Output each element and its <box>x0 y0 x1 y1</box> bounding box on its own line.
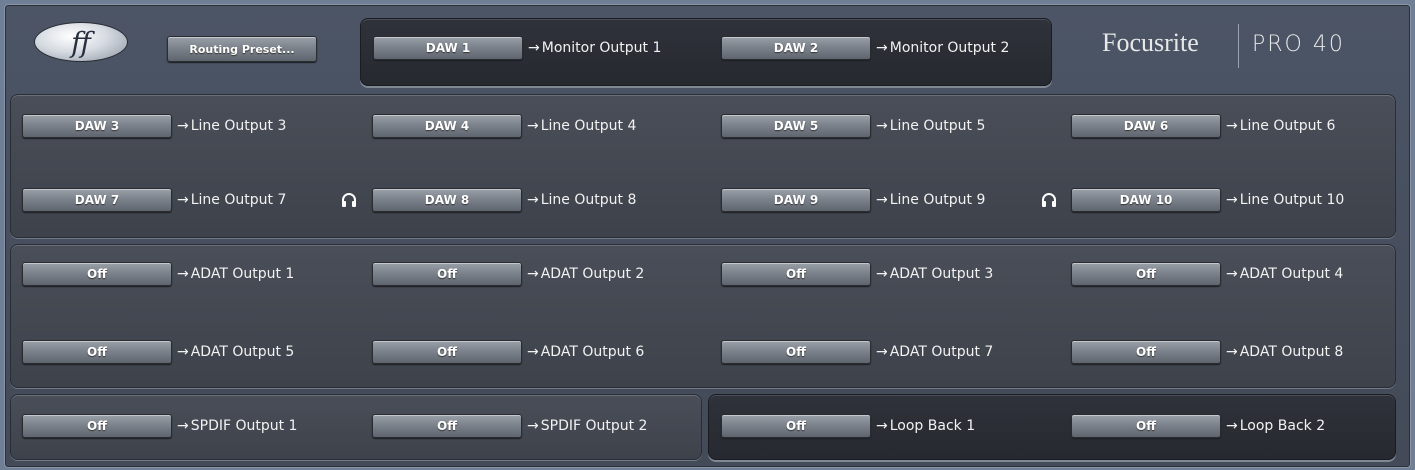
adat-source-4[interactable]: Off <box>1071 262 1221 286</box>
line-dest-6: → Line Output 6 <box>1226 114 1335 138</box>
logo-glyph: ff <box>71 25 91 59</box>
dest-label: Line Output 9 <box>889 192 986 208</box>
brand-divider <box>1238 24 1239 68</box>
loopback-source-1[interactable]: Off <box>721 414 871 438</box>
dest-label: Line Output 6 <box>1239 118 1336 134</box>
loopback-dest-1: → Loop Back 1 <box>876 414 975 438</box>
arrow-icon: → <box>876 418 888 434</box>
line-source-4[interactable]: DAW 4 <box>372 114 522 138</box>
arrow-icon: → <box>177 192 189 208</box>
arrow-icon: → <box>527 344 539 360</box>
line-dest-3: → Line Output 3 <box>177 114 286 138</box>
dest-label: ADAT Output 7 <box>889 344 994 360</box>
arrow-icon: → <box>527 118 539 134</box>
dest-label: Line Output 5 <box>889 118 986 134</box>
line-source-6[interactable]: DAW 6 <box>1071 114 1221 138</box>
adat-dest-4: → ADAT Output 4 <box>1226 262 1343 286</box>
arrow-icon: → <box>1226 118 1238 134</box>
dest-label: Line Output 10 <box>1239 192 1345 208</box>
arrow-icon: → <box>527 418 539 434</box>
arrow-icon: → <box>528 40 540 56</box>
spdif-source-2[interactable]: Off <box>372 414 522 438</box>
arrow-icon: → <box>876 192 888 208</box>
adat-dest-8: → ADAT Output 8 <box>1226 340 1343 364</box>
line-dest-9: → Line Output 9 <box>876 188 985 212</box>
adat-dest-7: → ADAT Output 7 <box>876 340 993 364</box>
arrow-icon: → <box>1226 266 1238 282</box>
routing-preset-button[interactable]: Routing Preset... <box>167 36 317 62</box>
line-dest-7: → Line Output 7 <box>177 188 286 212</box>
adat-source-2[interactable]: Off <box>372 262 522 286</box>
adat-dest-5: → ADAT Output 5 <box>177 340 294 364</box>
monitor-dest-1: → Monitor Output 1 <box>528 36 661 60</box>
spdif-dest-2: → SPDIF Output 2 <box>527 414 647 438</box>
line-source-5[interactable]: DAW 5 <box>721 114 871 138</box>
dest-label: ADAT Output 2 <box>540 266 645 282</box>
monitor-source-1[interactable]: DAW 1 <box>373 36 523 60</box>
adat-source-3[interactable]: Off <box>721 262 871 286</box>
dest-label: Line Output 8 <box>540 192 637 208</box>
arrow-icon: → <box>527 266 539 282</box>
arrow-icon: → <box>527 192 539 208</box>
dest-label: ADAT Output 4 <box>1239 266 1344 282</box>
dest-label: Loop Back 1 <box>889 418 976 434</box>
line-dest-10: → Line Output 10 <box>1226 188 1344 212</box>
arrow-icon: → <box>1226 418 1238 434</box>
monitor-source-2[interactable]: DAW 2 <box>721 36 871 60</box>
arrow-icon: → <box>177 344 189 360</box>
adat-dest-1: → ADAT Output 1 <box>177 262 294 286</box>
arrow-icon: → <box>1226 192 1238 208</box>
dest-label: ADAT Output 6 <box>540 344 645 360</box>
arrow-icon: → <box>876 40 888 56</box>
brand-model: PRO 40 <box>1252 32 1345 57</box>
dest-label: SPDIF Output 1 <box>190 418 298 434</box>
line-dest-5: → Line Output 5 <box>876 114 985 138</box>
focusrite-logo-icon: ff <box>34 22 128 62</box>
line-source-3[interactable]: DAW 3 <box>22 114 172 138</box>
brand-name: Focusrite <box>1102 28 1199 57</box>
adat-source-5[interactable]: Off <box>22 340 172 364</box>
line-dest-4: → Line Output 4 <box>527 114 636 138</box>
adat-dest-2: → ADAT Output 2 <box>527 262 644 286</box>
arrow-icon: → <box>177 266 189 282</box>
adat-source-8[interactable]: Off <box>1071 340 1221 364</box>
spdif-dest-1: → SPDIF Output 1 <box>177 414 297 438</box>
headphones-icon <box>1042 193 1056 207</box>
adat-source-6[interactable]: Off <box>372 340 522 364</box>
line-source-8[interactable]: DAW 8 <box>372 188 522 212</box>
line-source-9[interactable]: DAW 9 <box>721 188 871 212</box>
loopback-dest-2: → Loop Back 2 <box>1226 414 1325 438</box>
adat-dest-6: → ADAT Output 6 <box>527 340 644 364</box>
spdif-source-1[interactable]: Off <box>22 414 172 438</box>
dest-label: Line Output 7 <box>190 192 287 208</box>
monitor-dest-2: → Monitor Output 2 <box>876 36 1009 60</box>
dest-label: Line Output 3 <box>190 118 287 134</box>
arrow-icon: → <box>876 118 888 134</box>
dest-label: Monitor Output 1 <box>541 40 662 56</box>
line-dest-8: → Line Output 8 <box>527 188 636 212</box>
arrow-icon: → <box>876 344 888 360</box>
adat-dest-3: → ADAT Output 3 <box>876 262 993 286</box>
dest-label: ADAT Output 3 <box>889 266 994 282</box>
dest-label: SPDIF Output 2 <box>540 418 648 434</box>
adat-source-7[interactable]: Off <box>721 340 871 364</box>
arrow-icon: → <box>177 118 189 134</box>
dest-label: Monitor Output 2 <box>889 40 1010 56</box>
dest-label: ADAT Output 1 <box>190 266 295 282</box>
arrow-icon: → <box>177 418 189 434</box>
dest-label: ADAT Output 8 <box>1239 344 1344 360</box>
dest-label: ADAT Output 5 <box>190 344 295 360</box>
loopback-source-2[interactable]: Off <box>1071 414 1221 438</box>
adat-source-1[interactable]: Off <box>22 262 172 286</box>
line-source-7[interactable]: DAW 7 <box>22 188 172 212</box>
arrow-icon: → <box>876 266 888 282</box>
dest-label: Loop Back 2 <box>1239 418 1326 434</box>
headphones-icon <box>342 193 356 207</box>
dest-label: Line Output 4 <box>540 118 637 134</box>
line-source-10[interactable]: DAW 10 <box>1071 188 1221 212</box>
arrow-icon: → <box>1226 344 1238 360</box>
